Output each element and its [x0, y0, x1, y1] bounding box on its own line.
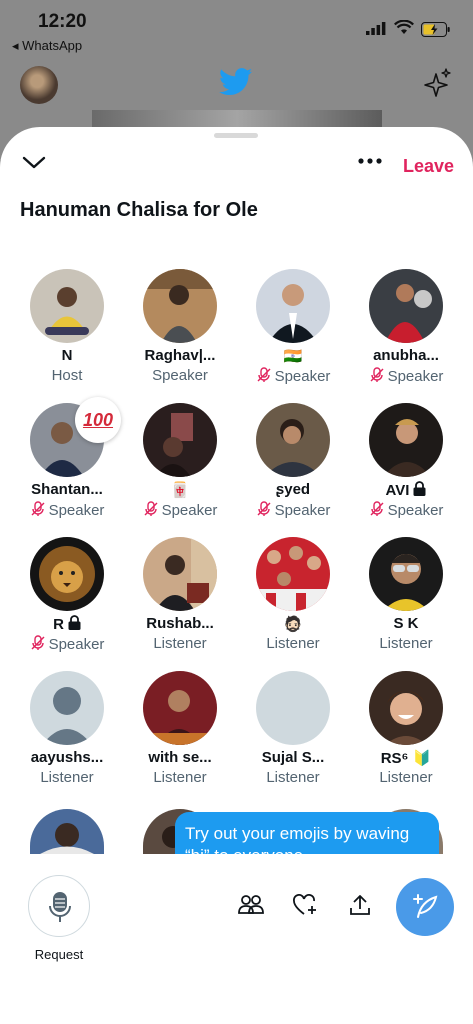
avatar	[30, 269, 104, 343]
status-bar: 12:20 ◂ WhatsApp	[0, 0, 473, 60]
avatar	[143, 269, 217, 343]
participant-role: Speaker	[152, 367, 208, 384]
participant-role: Speaker	[236, 501, 350, 519]
avatar	[143, 403, 217, 477]
mic-off-icon	[257, 501, 271, 516]
avatar	[256, 269, 330, 343]
participant-role: Speaker	[10, 501, 124, 519]
participant-role: Speaker	[349, 367, 463, 385]
participant-role: Listener	[40, 769, 94, 786]
participant-name: 🇮🇳	[283, 348, 303, 365]
avatar	[369, 403, 443, 477]
participant-role: Listener	[379, 769, 433, 786]
avatar	[369, 269, 443, 343]
wifi-icon	[394, 20, 414, 34]
participant-role: Host	[51, 367, 83, 384]
avatar	[369, 537, 443, 611]
participant-name: 🀄	[170, 482, 190, 499]
share-icon[interactable]	[349, 894, 371, 916]
back-to-whatsapp-link[interactable]: ◂ WhatsApp	[12, 38, 82, 54]
people-icon[interactable]	[238, 894, 264, 914]
avatar	[256, 537, 330, 611]
heart-plus-icon[interactable]	[293, 894, 319, 916]
participant-role: Speaker	[123, 501, 237, 519]
chevron-down-icon[interactable]	[22, 156, 46, 170]
participant-name: anubha...	[373, 347, 439, 364]
reaction-badge: 100	[75, 397, 121, 443]
battery-icon	[421, 22, 450, 37]
participant-name: R	[10, 615, 124, 633]
mic-off-icon	[144, 501, 158, 516]
participant-name: S K	[393, 615, 419, 632]
participant-role: Speaker	[236, 367, 350, 385]
status-time: 12:20	[38, 11, 87, 32]
signal-icon	[366, 22, 386, 35]
participant-name: AVI	[349, 481, 463, 499]
avatar	[256, 671, 330, 745]
participant-name: ʂyed	[275, 481, 311, 498]
lock-icon	[68, 615, 81, 630]
leave-button[interactable]: Leave	[403, 156, 454, 177]
bottom-bar: Request	[0, 854, 473, 1024]
lock-icon	[413, 481, 426, 496]
participant-name: N	[61, 347, 73, 364]
participant-role: Listener	[266, 769, 320, 786]
participant-role: Speaker	[10, 635, 124, 653]
avatar	[143, 671, 217, 745]
participant-name: aayushs...	[30, 749, 104, 766]
space-sheet: Leave Hanuman Chalisa for Ole N Host Rag…	[0, 127, 473, 1024]
participant-role: Speaker	[349, 501, 463, 519]
sparkle-icon[interactable]	[424, 68, 452, 98]
avatar	[256, 403, 330, 477]
participant-role: Listener	[153, 769, 207, 786]
mic-off-icon	[370, 501, 384, 516]
feather-plus-icon	[413, 894, 438, 918]
participant-name: with se...	[148, 749, 212, 766]
sheet-grabber[interactable]	[214, 133, 258, 138]
twitter-bird-icon	[219, 68, 253, 96]
mic-off-icon	[257, 367, 271, 382]
avatar	[143, 537, 217, 611]
participant-role: Listener	[153, 635, 207, 652]
participant-name: RS⁶ 🔰	[380, 750, 432, 767]
participant-role: Listener	[379, 635, 433, 652]
mic-off-icon	[31, 635, 45, 650]
mic-off-icon	[370, 367, 384, 382]
avatar	[30, 809, 104, 854]
avatar	[369, 671, 443, 745]
mic-off-icon	[31, 501, 45, 516]
participant-name: 🧔🏻	[283, 616, 303, 633]
compose-tweet-button[interactable]	[396, 878, 454, 936]
microphone-icon	[49, 892, 71, 922]
participant-name: Rushab...	[146, 615, 214, 632]
participant-name: Sujal S...	[261, 749, 325, 766]
avatar	[30, 537, 104, 611]
more-options-icon[interactable]	[358, 158, 382, 164]
participant-role: Listener	[266, 635, 320, 652]
request-mic-button[interactable]	[28, 875, 90, 937]
participant-name: Shantan...	[31, 481, 103, 498]
space-title: Hanuman Chalisa for Ole	[20, 199, 258, 221]
request-label: Request	[34, 947, 84, 962]
avatar	[30, 671, 104, 745]
participant-name: Raghav|...	[144, 347, 216, 364]
profile-avatar[interactable]	[20, 66, 58, 104]
